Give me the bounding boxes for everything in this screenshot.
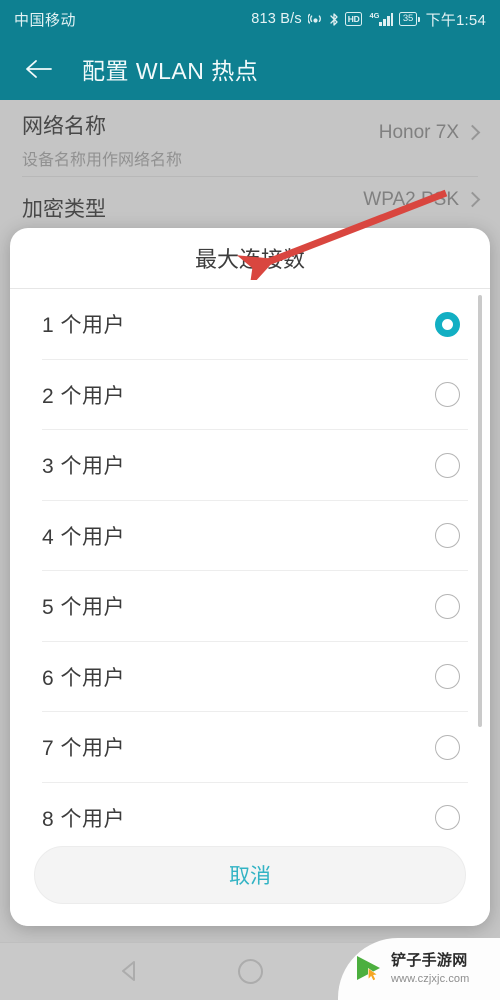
battery-icon: 35: [399, 11, 420, 27]
setting-value: Honor 7X: [378, 122, 459, 143]
setting-value-group: WPA2 PSK: [363, 177, 481, 211]
watermark-cursor-icon: [352, 953, 384, 985]
option-label: 6 个用户: [42, 666, 126, 690]
option-row-5[interactable]: 5 个用户: [10, 571, 490, 642]
carrier-label: 中国移动: [14, 11, 77, 29]
option-row-7[interactable]: 7 个用户: [10, 712, 490, 783]
option-label: 3 个用户: [42, 455, 126, 479]
cancel-button[interactable]: 取消: [34, 846, 466, 904]
watermark-site-url: www.czjxjc.com: [391, 972, 470, 985]
scrollbar-thumb[interactable]: [478, 295, 482, 727]
watermark-text: 铲子手游网 www.czjxjc.com: [391, 953, 469, 985]
options-list: 1 个用户 2 个用户 3 个用户 4 个用户 5 个用户 6 个用户 7 个用…: [10, 289, 490, 832]
network-speed-label: 813 B/s: [251, 11, 302, 27]
chevron-right-icon: [464, 191, 481, 207]
dialog-title: 最大连接数: [194, 247, 305, 272]
battery-level-label: 35: [399, 11, 417, 27]
chevron-right-icon: [464, 124, 481, 140]
battery-tip: [417, 16, 420, 22]
option-row-6[interactable]: 6 个用户: [10, 642, 490, 712]
hotspot-icon: [307, 12, 323, 26]
back-arrow-icon[interactable]: [22, 52, 56, 86]
clock-label: 下午1:54: [425, 11, 486, 29]
option-label: 4 个用户: [42, 525, 126, 549]
cellular-signal-icon: 4G: [368, 10, 394, 26]
radio-button[interactable]: [435, 734, 460, 760]
app-bar: 配置 WLAN 热点: [0, 38, 500, 100]
phone-screen: 中国移动 813 B/s HD 4G 35 下午1:54 配置 WLAN 热点 …: [0, 0, 500, 1000]
radio-button[interactable]: [435, 664, 460, 690]
dialog-footer: 取消: [10, 832, 490, 926]
option-row-3[interactable]: 3 个用户: [10, 430, 490, 501]
triangle-back-icon: [122, 961, 135, 981]
setting-value: WPA2 PSK: [363, 189, 459, 210]
signal-bars-icon: [379, 12, 394, 26]
option-label: 5 个用户: [42, 596, 126, 620]
setting-value-group: Honor 7X: [378, 100, 481, 144]
radio-button[interactable]: [435, 382, 460, 408]
watermark-site-name: 铲子手游网: [391, 952, 468, 970]
option-label: 8 个用户: [42, 807, 126, 831]
setting-row-text: 加密类型: [22, 177, 363, 223]
setting-title: 网络名称: [22, 115, 106, 138]
option-label: 2 个用户: [42, 384, 126, 408]
option-label: 7 个用户: [42, 737, 126, 761]
hd-voice-icon: HD: [344, 12, 363, 26]
bluetooth-icon: [329, 12, 339, 27]
radio-button[interactable]: [435, 805, 460, 831]
list-scrollbar[interactable]: [478, 291, 482, 830]
radio-button[interactable]: [435, 452, 460, 478]
radio-button-selected[interactable]: [435, 311, 460, 337]
back-nav-button[interactable]: [107, 948, 153, 994]
status-icons-group: 813 B/s HD 4G 35 下午1:54: [251, 9, 486, 30]
setting-title: 加密类型: [22, 198, 106, 221]
setting-row-text: 网络名称 设备名称用作网络名称: [22, 100, 379, 170]
option-row-2[interactable]: 2 个用户: [10, 360, 490, 430]
status-bar: 中国移动 813 B/s HD 4G 35 下午1:54: [0, 0, 500, 38]
option-label: 1 个用户: [42, 314, 126, 338]
option-row-8[interactable]: 8 个用户: [10, 783, 490, 833]
radio-button[interactable]: [435, 523, 460, 549]
setting-row-network-name[interactable]: 网络名称 设备名称用作网络名称 Honor 7X: [0, 100, 500, 176]
page-title: 配置 WLAN 热点: [82, 58, 259, 84]
option-row-1[interactable]: 1 个用户: [10, 289, 490, 360]
max-connections-dialog: 最大连接数 1 个用户 2 个用户 3 个用户 4 个用户 5 个用户 6 个用…: [10, 228, 490, 926]
network-generation-label: 4G: [369, 10, 380, 20]
setting-subtitle: 设备名称用作网络名称: [22, 152, 183, 170]
option-row-4[interactable]: 4 个用户: [10, 501, 490, 571]
home-nav-button[interactable]: [227, 948, 273, 994]
circle-home-icon: [237, 958, 263, 984]
radio-button[interactable]: [435, 593, 460, 619]
